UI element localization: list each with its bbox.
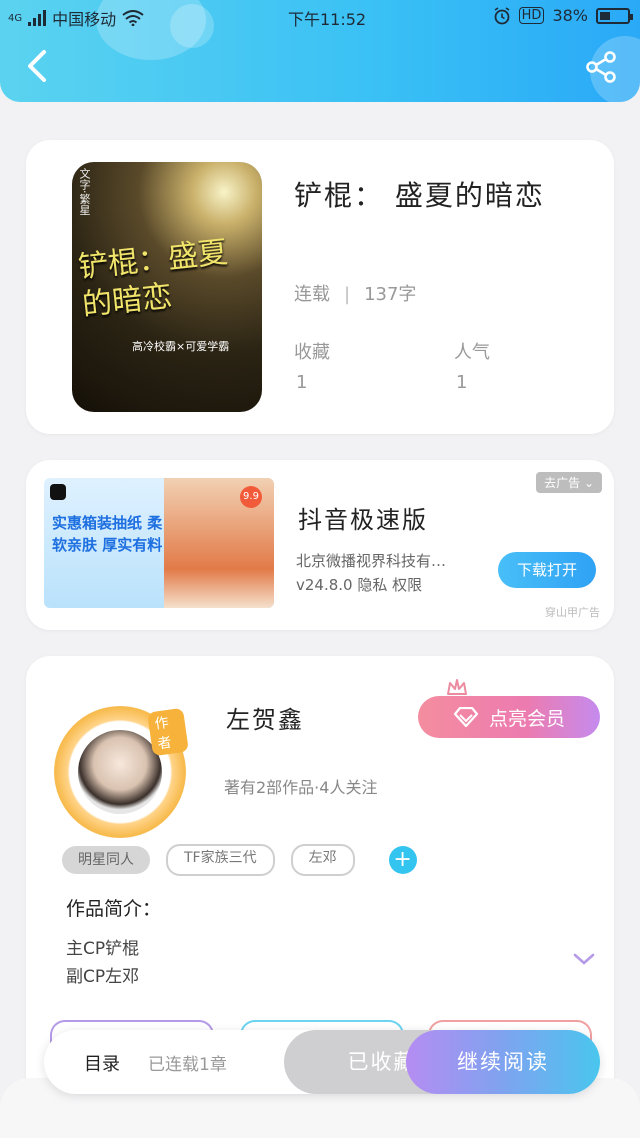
wifi-icon: [122, 10, 144, 26]
toc-button[interactable]: 目录: [84, 1050, 120, 1076]
tag-item[interactable]: 左邓: [290, 844, 355, 876]
tag-item[interactable]: 明星同人: [62, 846, 150, 874]
continue-reading-button[interactable]: 继续阅读: [406, 1030, 600, 1094]
author-stats: 著有2部作品·4人关注: [224, 778, 378, 797]
status-bar: 4G 中国移动 下午11:52 HD 38%: [8, 6, 633, 29]
back-button[interactable]: [20, 46, 56, 86]
popularity-label: 人气: [454, 342, 490, 363]
volte-indicator: HD: [518, 7, 545, 24]
intro-title: 作品简介：: [66, 898, 162, 920]
tag-list: 明星同人 TF家族三代 左邓 +: [62, 844, 417, 876]
diamond-icon: [453, 707, 479, 727]
add-tag-button[interactable]: +: [388, 846, 417, 874]
favorites-value: 1: [296, 372, 308, 393]
alarm-icon: [494, 6, 510, 24]
download-button[interactable]: 下载打开: [498, 552, 596, 588]
ad-image[interactable]: 实惠箱装抽纸 柔软亲肤 厚实有料 9.9: [44, 478, 274, 608]
author-avatar[interactable]: 作者: [54, 706, 189, 838]
network-type: 4G: [8, 12, 23, 24]
vip-button-label: 点亮会员: [488, 707, 565, 730]
intro-line: 主CP铲棍: [66, 939, 140, 959]
battery-percent: 38%: [552, 6, 588, 25]
crown-icon: [447, 679, 467, 695]
chevron-down-icon[interactable]: [572, 952, 596, 966]
ad-image-banner: 实惠箱装抽纸 柔软亲肤 厚实有料: [52, 514, 163, 554]
ad-card[interactable]: 实惠箱装抽纸 柔软亲肤 厚实有料 9.9 抖音极速版 北京微播视界科技有… v2…: [26, 460, 614, 630]
ad-company: 北京微播视界科技有…: [296, 552, 447, 570]
bottom-action-bar: 目录 已连载1章 已收藏 继续阅读: [44, 1030, 600, 1094]
ad-title: 抖音极速版: [298, 506, 428, 534]
remove-ad-button[interactable]: 去广告 ⌄: [536, 472, 602, 493]
signal-icon: [28, 10, 47, 26]
status-time: 下午11:52: [288, 10, 367, 29]
avatar-photo: [78, 730, 162, 814]
book-info-card: 文字·繁星 铲棍：盛夏的暗恋 高冷校霸×可爱学霸 铲棍： 盛夏的暗恋 连载 | 13…: [26, 140, 614, 434]
word-count: 137字: [364, 284, 417, 305]
author-name[interactable]: 左贺鑫: [226, 700, 304, 735]
popularity-value: 1: [456, 372, 468, 393]
cover-subtitle: 高冷校霸×可爱学霸: [132, 340, 230, 353]
chevron-down-icon: ⌄: [583, 476, 594, 490]
remove-ad-label: 去广告: [544, 476, 581, 490]
cover-side-text: 文字·繁星: [78, 168, 91, 216]
ad-source: 穿山甲广告: [545, 606, 600, 619]
serial-status: 连载: [294, 284, 330, 305]
ad-version-line[interactable]: v24.8.0 隐私 权限: [296, 574, 422, 595]
cover-title: 铲棍：盛夏的暗恋: [76, 234, 230, 324]
battery-icon: [596, 7, 633, 24]
author-badge: 作者: [147, 707, 189, 757]
ad-price-badge: 9.9: [240, 486, 262, 508]
book-title: 铲棍： 盛夏的暗恋: [294, 179, 545, 212]
app-header: 4G 中国移动 下午11:52 HD 38%: [0, 0, 640, 102]
toc-status[interactable]: 已连载1章: [148, 1050, 227, 1075]
share-icon[interactable]: [584, 50, 618, 84]
intro-line: 副CP左邓: [66, 967, 140, 987]
carrier-name: 中国移动: [52, 10, 117, 29]
favorites-label: 收藏: [294, 342, 330, 363]
tiktok-logo-icon: [50, 484, 66, 500]
tag-item[interactable]: TF家族三代: [166, 844, 275, 876]
book-cover[interactable]: 文字·繁星 铲棍：盛夏的暗恋 高冷校霸×可爱学霸: [72, 162, 262, 412]
book-meta: 连载 | 137字: [294, 284, 417, 305]
vip-button[interactable]: 点亮会员: [418, 696, 600, 738]
